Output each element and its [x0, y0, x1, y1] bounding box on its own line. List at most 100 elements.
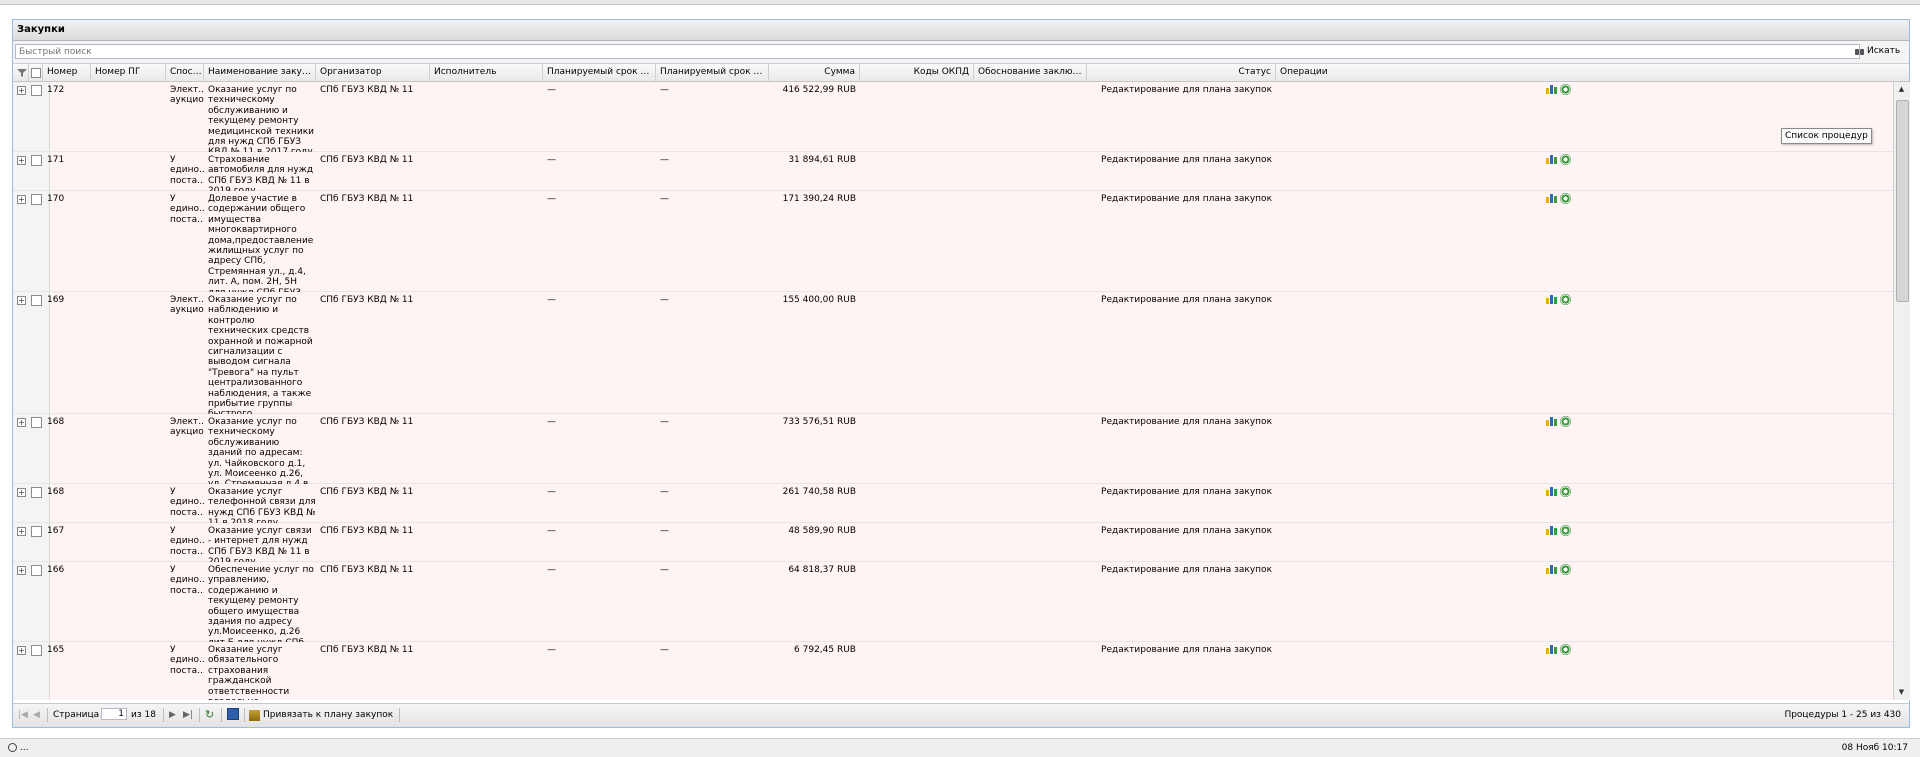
scroll-thumb[interactable] [1896, 100, 1909, 302]
cell-organizer: СПб ГБУЗ КВД № 11 [320, 645, 414, 655]
status-left-text: ... [19, 743, 29, 753]
status-datetime: 08 Нояб 10:17 [1841, 743, 1908, 753]
chart-icon[interactable] [1546, 525, 1557, 535]
cell-plan-exec: — [660, 417, 669, 427]
col-plan-exec[interactable]: Планируемый срок исполне... [656, 64, 769, 81]
col-operations[interactable]: Операции [1276, 64, 1909, 81]
table-row[interactable]: +168 У едино... поста... Оказание услуг те… [13, 484, 1893, 528]
filter-clear-icon[interactable] [13, 64, 29, 81]
save-icon[interactable] [227, 708, 239, 720]
table-row[interactable]: +170 У едино... поста... Долевое участие в… [13, 191, 1893, 308]
cell-plan-place: — [547, 194, 556, 204]
scroll-up-icon[interactable]: ▲ [1896, 84, 1907, 95]
chart-icon[interactable] [1546, 564, 1557, 574]
cell-sum: 261 740,58 RUB [782, 487, 856, 497]
table-row[interactable]: +166 У едино... поста... Обеспечение услуг… [13, 562, 1893, 669]
next-page-icon[interactable]: ▶ [169, 709, 176, 721]
cell-sum: 64 818,37 RUB [788, 565, 856, 575]
attach-plan-label: Привязать к плану закупок [263, 710, 394, 720]
gear-icon[interactable] [1560, 644, 1571, 655]
search-button[interactable]: Искать [1855, 44, 1900, 59]
row-checkbox[interactable] [31, 526, 42, 537]
row-checkbox[interactable] [31, 155, 42, 166]
row-checkbox[interactable] [31, 487, 42, 498]
chart-icon[interactable] [1546, 84, 1557, 94]
gear-icon[interactable] [1560, 564, 1571, 575]
row-checkbox[interactable] [31, 645, 42, 656]
expand-icon[interactable]: + [17, 566, 26, 575]
attach-plan-button[interactable]: Привязать к плану закупок [249, 709, 393, 721]
last-page-icon[interactable]: ▶| [183, 709, 193, 721]
gear-icon[interactable] [1560, 416, 1571, 427]
table-row[interactable]: +167 У едино... поста... Оказание услуг св… [13, 523, 1893, 567]
table-row[interactable]: +172 Элект... аукционОказание услуг по те… [13, 82, 1893, 157]
gear-icon[interactable] [1560, 193, 1571, 204]
cell-status: Редактирование для плана закупок [1101, 155, 1272, 165]
expand-icon[interactable]: + [17, 296, 26, 305]
cell-number: 171 [47, 155, 65, 165]
row-checkbox[interactable] [31, 85, 42, 96]
col-justification[interactable]: Обоснование заключения [974, 64, 1087, 81]
gear-icon[interactable] [1560, 486, 1571, 497]
table-row[interactable]: +165 У едино... поста... Оказание услуг об… [13, 642, 1893, 700]
chart-icon[interactable] [1546, 486, 1557, 496]
col-sum[interactable]: Сумма [769, 64, 860, 81]
expand-icon[interactable]: + [17, 418, 26, 427]
row-operations [1546, 644, 1571, 655]
table-row[interactable]: +171 У едино... поста... Страхование автом… [13, 152, 1893, 196]
cell-sum: 31 894,61 RUB [788, 155, 856, 165]
expand-icon[interactable]: + [17, 646, 26, 655]
vertical-scrollbar[interactable]: ▲ ▼ [1893, 82, 1910, 700]
cell-plan-place: — [547, 155, 556, 165]
gear-icon[interactable] [1560, 154, 1571, 165]
cell-plan-place: — [547, 645, 556, 655]
cell-sum: 733 576,51 RUB [782, 417, 856, 427]
row-operations [1546, 564, 1571, 575]
expand-icon[interactable]: + [17, 86, 26, 95]
row-operations [1546, 486, 1571, 497]
gear-icon[interactable] [1560, 84, 1571, 95]
row-checkbox[interactable] [31, 417, 42, 428]
first-page-icon[interactable]: |◀ [18, 709, 28, 721]
page-input[interactable]: 1 [101, 708, 127, 720]
col-executor[interactable]: Исполнитель [430, 64, 543, 81]
cell-plan-exec: — [660, 645, 669, 655]
row-checkbox[interactable] [31, 295, 42, 306]
row-checkbox[interactable] [31, 194, 42, 205]
col-pg-number[interactable]: Номер ПГ [91, 64, 166, 81]
search-button-label: Искать [1867, 46, 1901, 56]
chart-icon[interactable] [1546, 294, 1557, 304]
scroll-down-icon[interactable]: ▼ [1896, 687, 1907, 698]
gear-icon[interactable] [1560, 525, 1571, 536]
chart-icon[interactable] [1546, 154, 1557, 164]
refresh-icon[interactable]: ↻ [205, 709, 214, 721]
col-status[interactable]: Статус [1087, 64, 1276, 81]
chart-icon[interactable] [1546, 193, 1557, 203]
col-number[interactable]: Номер [43, 64, 91, 81]
chart-icon[interactable] [1546, 644, 1557, 654]
table-row[interactable]: +168Элект... аукционОказание услуг по те… [13, 414, 1893, 500]
search-input[interactable] [15, 44, 1860, 59]
expand-icon[interactable]: + [17, 527, 26, 536]
expand-icon[interactable]: + [17, 195, 26, 204]
separator [163, 708, 164, 722]
prev-page-icon[interactable]: ◀ [33, 709, 40, 721]
col-organizer[interactable]: Организатор [316, 64, 430, 81]
cell-organizer: СПб ГБУЗ КВД № 11 [320, 155, 414, 165]
row-checkbox[interactable] [31, 565, 42, 576]
select-all-checkbox[interactable] [29, 64, 43, 81]
cell-sum: 6 792,45 RUB [794, 645, 856, 655]
table-row[interactable]: +169Элект... аукционОказание услуг по на… [13, 292, 1893, 451]
cell-sum: 171 390,24 RUB [782, 194, 856, 204]
gear-icon[interactable] [1560, 294, 1571, 305]
cell-plan-exec: — [660, 155, 669, 165]
col-plan-place[interactable]: Планируемый срок размещ... [543, 64, 656, 81]
col-name[interactable]: Наименование закупки [204, 64, 316, 81]
pagination-bar: |◀ ◀ Страница 1 из 18 ▶ ▶| ↻ Привязать к… [13, 703, 1909, 727]
col-method[interactable]: Спосо... [166, 64, 204, 81]
col-okpd[interactable]: Коды ОКПД [860, 64, 974, 81]
expand-icon[interactable]: + [17, 488, 26, 497]
expand-icon[interactable]: + [17, 156, 26, 165]
page-of-label: из 18 [131, 710, 156, 720]
chart-icon[interactable] [1546, 416, 1557, 426]
